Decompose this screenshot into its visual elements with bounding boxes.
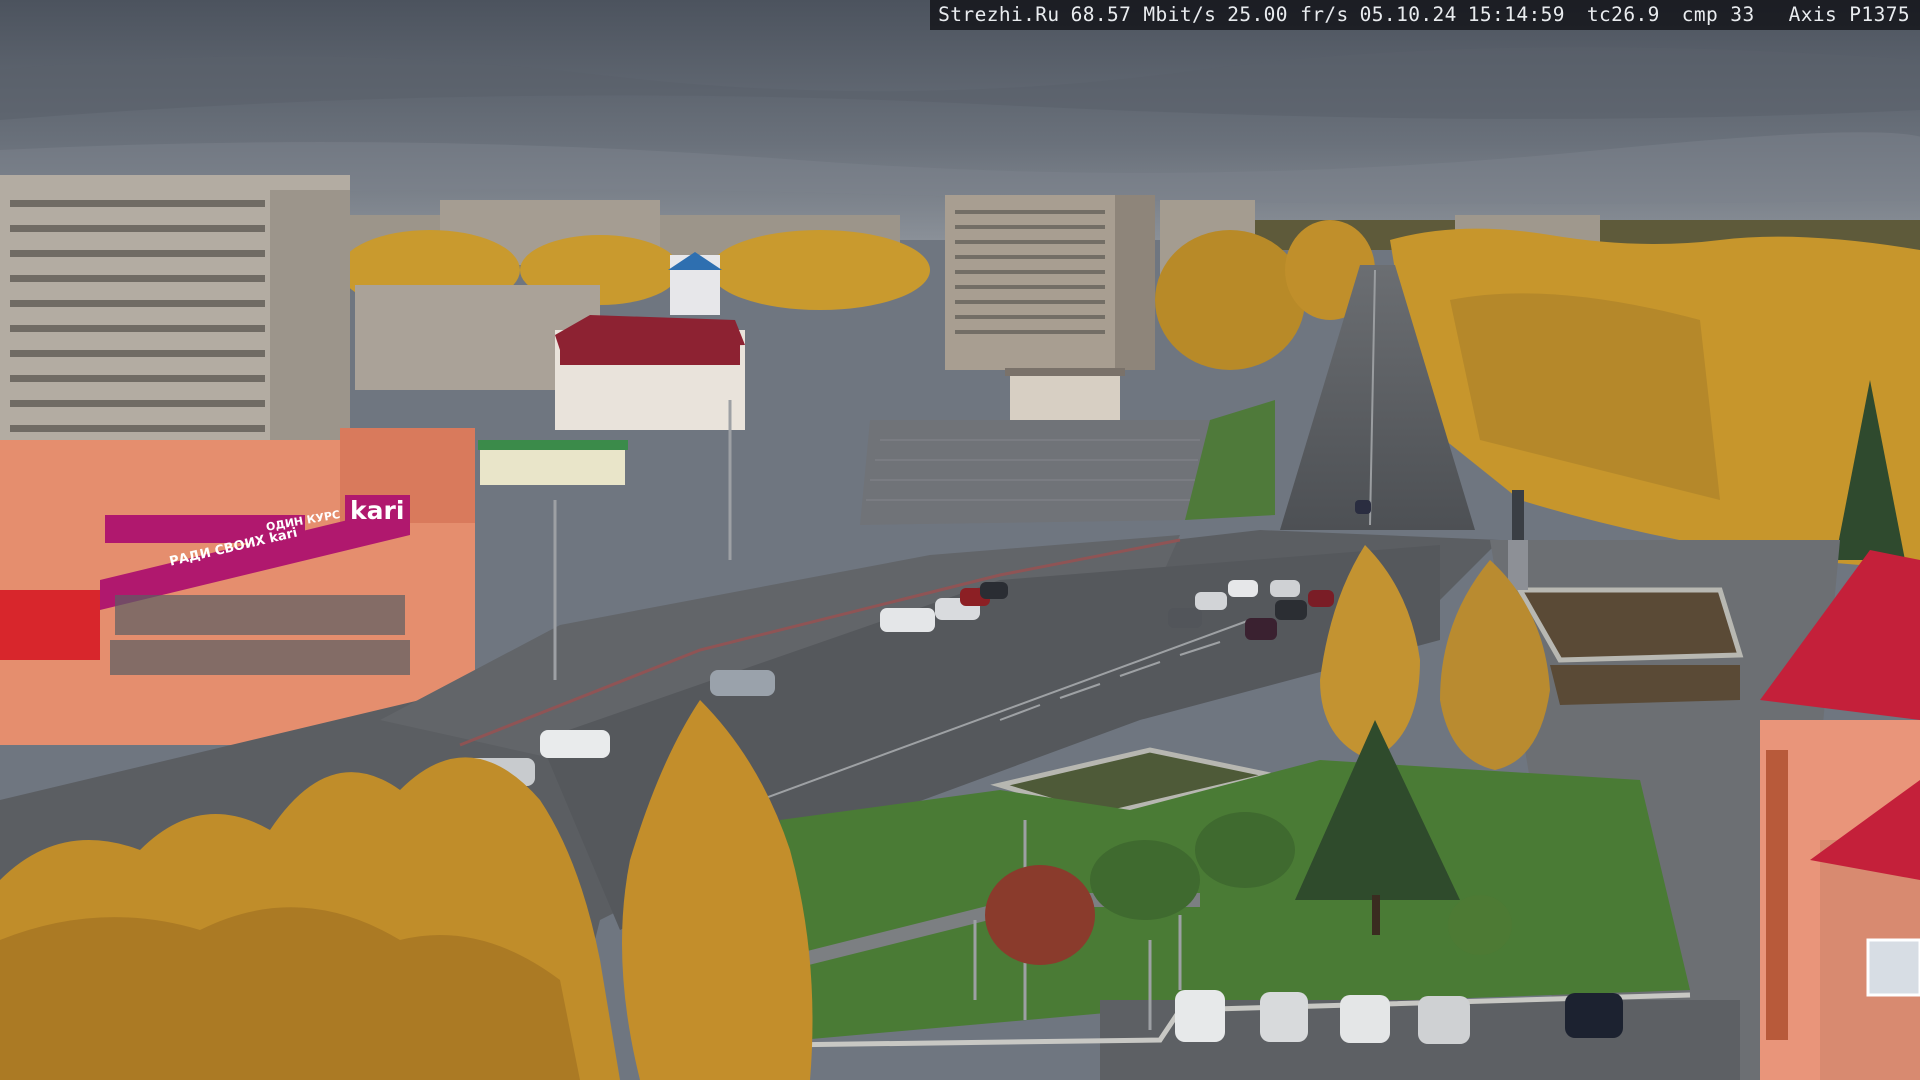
store-windows	[110, 595, 410, 675]
overlay-bitrate: 68.57 Mbit/s	[1070, 3, 1217, 26]
overlay-tc: tc26.9	[1586, 3, 1660, 26]
flower-bed	[1550, 665, 1740, 705]
overlay-time: 15:14:59	[1467, 3, 1565, 26]
overlay-site: Strezhi.Ru	[938, 3, 1060, 26]
overlay-framerate: 25.00 fr/s	[1227, 3, 1349, 26]
green-kiosk-roof	[478, 440, 628, 450]
kari-logo-text: kari	[350, 496, 405, 525]
low-building-roof	[1005, 368, 1125, 376]
central-tower-windows	[955, 210, 1105, 334]
green-kiosk	[480, 445, 625, 485]
central-tower-side	[1115, 195, 1155, 370]
red-roof-upper	[560, 335, 740, 365]
low-building	[1010, 370, 1120, 420]
right-building-window	[1866, 938, 1920, 997]
overlay-date: 05.10.24	[1359, 3, 1457, 26]
spruce-trunk	[1372, 895, 1380, 935]
overlay-camera-model: Axis P1375	[1788, 3, 1910, 26]
right-building-sign	[1766, 750, 1788, 1040]
monument-figure	[1512, 490, 1524, 540]
overlay-cmp: cmp 33	[1681, 3, 1755, 26]
red-corner-block	[0, 590, 100, 660]
parking-plaza	[860, 420, 1210, 525]
camera-info-overlay: Strezhi.Ru 68.57 Mbit/s 25.00 fr/s 05.10.24…	[930, 0, 1920, 30]
red-shrub	[985, 865, 1095, 965]
